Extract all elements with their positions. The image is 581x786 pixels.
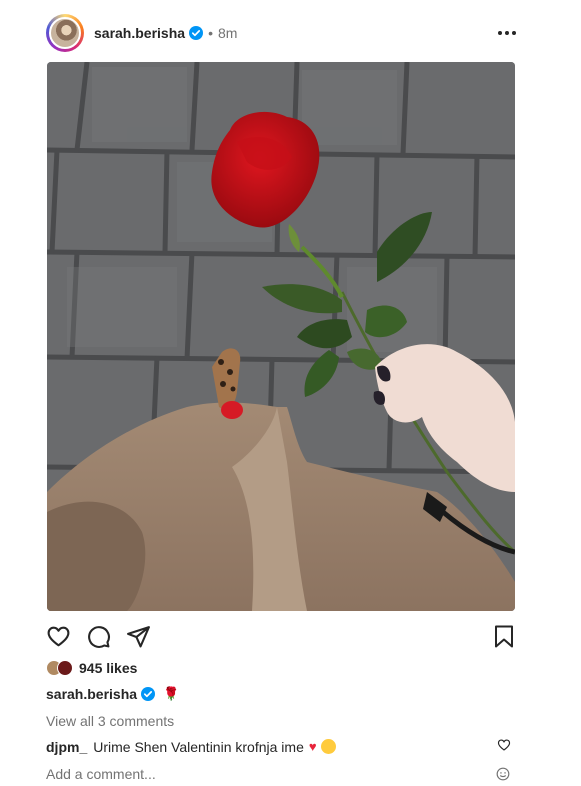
bookmark-icon[interactable]	[493, 624, 515, 654]
comment-heart-icon[interactable]	[497, 738, 511, 755]
post-header: sarah.berisha • 8m	[46, 13, 516, 53]
red-heart-emoji-icon: ♥	[308, 739, 317, 754]
caption-username[interactable]: sarah.berisha	[46, 686, 137, 702]
liker-avatar[interactable]	[57, 660, 73, 676]
post-card: sarah.berisha • 8m 945 likes sarah.beris…	[0, 0, 581, 782]
verified-badge-icon	[189, 26, 204, 40]
avatar[interactable]	[49, 17, 81, 49]
likes-count[interactable]: 945 likes	[79, 660, 137, 676]
comment-row: djpm_ Urime Shen Valentinin krofnja ime …	[46, 738, 516, 755]
story-ring[interactable]	[46, 14, 84, 52]
laughing-emoji-icon	[320, 739, 336, 754]
likes-row: 945 likes	[46, 660, 137, 676]
username[interactable]: sarah.berisha	[94, 25, 185, 41]
comment-text: Urime Shen Valentinin krofnja ime	[93, 738, 304, 755]
add-comment-input[interactable]	[46, 766, 516, 782]
heart-icon[interactable]	[46, 624, 71, 654]
post-time[interactable]: 8m	[218, 25, 237, 41]
caption-text: 🌹	[163, 686, 180, 701]
separator-dot: •	[208, 25, 213, 41]
caption: sarah.berisha 🌹	[46, 686, 179, 702]
comment-icon[interactable]	[86, 624, 111, 654]
verified-badge-icon	[141, 687, 156, 701]
post-actions	[46, 624, 516, 650]
post-image[interactable]	[47, 62, 515, 611]
comment-username[interactable]: djpm_	[46, 739, 87, 755]
share-icon[interactable]	[126, 624, 151, 654]
emoji-icon[interactable]	[496, 767, 510, 786]
view-all-comments-link[interactable]: View all 3 comments	[46, 713, 174, 729]
more-options-icon[interactable]	[498, 31, 516, 35]
